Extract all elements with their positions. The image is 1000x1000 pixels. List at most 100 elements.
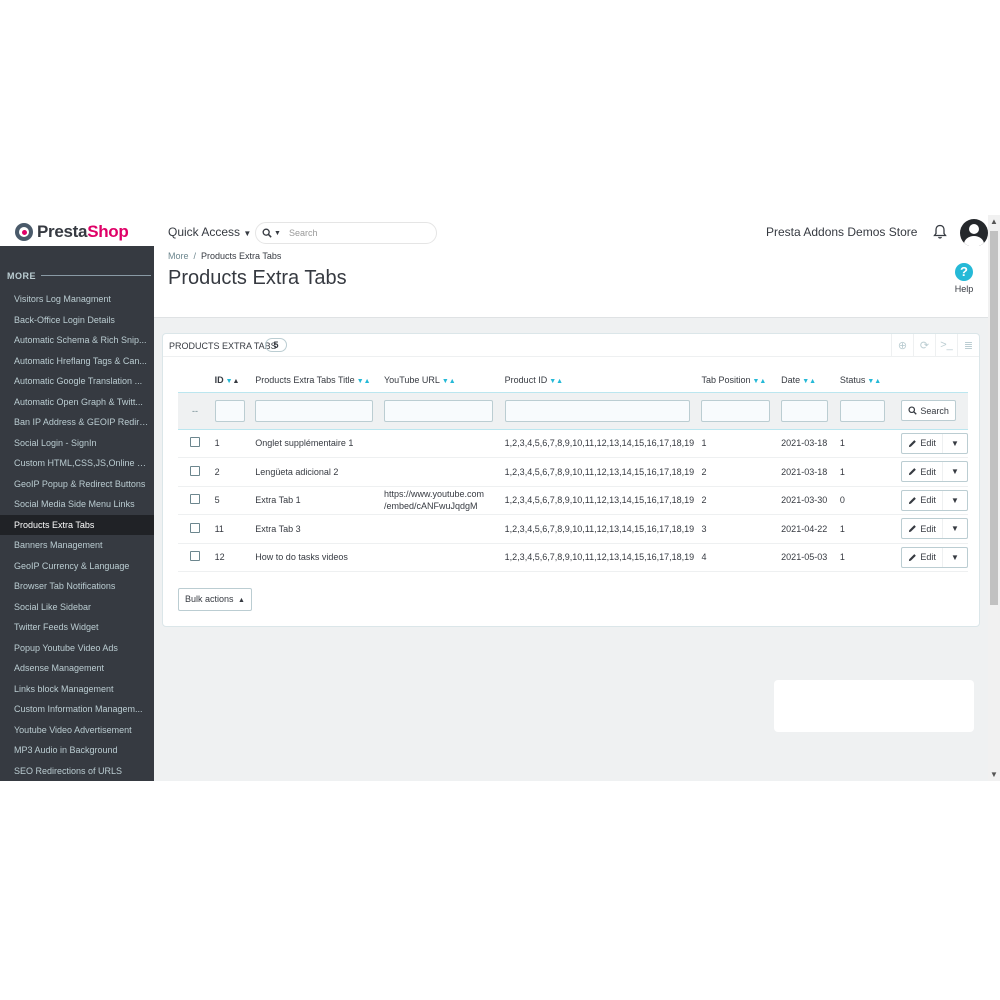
sidebar-item-back-office-login[interactable]: Back-Office Login Details [0,310,154,331]
sidebar-item-hreflang-tags[interactable]: Automatic Hreflang Tags & Can... [0,351,154,372]
scroll-up-arrow-icon[interactable]: ▲ [988,217,1000,226]
sidebar-item-mp3-audio[interactable]: MP3 Audio in Background [0,740,154,761]
sort-arrows-icon[interactable]: ▼▲ [442,378,456,385]
breadcrumb-parent[interactable]: More [168,251,189,261]
sidebar-item-geoip-popup[interactable]: GeoIP Popup & Redirect Buttons [0,474,154,495]
actions-dropdown-toggle[interactable]: ▼ [943,434,967,453]
title-filter-input[interactable] [255,399,374,422]
store-name-link[interactable]: Presta Addons Demos Store [766,225,917,239]
help-button[interactable]: ? Help [950,263,978,294]
edit-button[interactable]: Edit [902,519,943,539]
page-scrollbar[interactable]: ▲ ▼ [988,215,1000,781]
cell-id: 12 [214,543,256,572]
record-count-badge: 5 [265,338,287,352]
edit-button[interactable]: Edit [902,490,943,510]
actions-dropdown-toggle[interactable]: ▼ [943,491,967,510]
row-checkbox[interactable] [190,551,200,562]
column-header-product-id[interactable]: Product ID ▼▲ [505,369,702,392]
actions-dropdown-toggle[interactable]: ▼ [943,548,967,567]
filter-dash: -- [192,405,198,416]
cell-tab-position: 2 [701,486,782,515]
quick-access-menu[interactable]: Quick Access ▼ [168,225,251,239]
sidebar-item-adsense[interactable]: Adsense Management [0,658,154,679]
sidebar-item-geoip-currency[interactable]: GeoIP Currency & Language [0,556,154,577]
column-header-id[interactable]: ID ▼▲ [215,369,256,392]
pencil-icon [909,525,917,533]
search-button[interactable]: Search [901,400,956,421]
sidebar-item-browser-tab-notifications[interactable]: Browser Tab Notifications [0,576,154,597]
sidebar-item-products-extra-tabs[interactable]: Products Extra Tabs [0,514,154,535]
cell-date: 2021-03-18 [781,457,840,487]
cell-title: Lengüeta adicional 2 [255,457,384,487]
row-checkbox[interactable] [190,437,200,448]
user-avatar[interactable] [960,219,988,247]
tab-position-filter-input[interactable] [701,399,771,422]
sidebar-item-social-like[interactable]: Social Like Sidebar [0,597,154,618]
column-header-title[interactable]: Products Extra Tabs Title ▼▲ [255,369,384,392]
cell-tab-position: 2 [701,457,782,487]
sidebar-item-links-block[interactable]: Links block Management [0,679,154,700]
actions-dropdown-toggle[interactable]: ▼ [943,519,967,538]
bulk-actions-button[interactable]: Bulk actions ▲ [178,588,252,611]
cell-date: 2021-05-03 [781,543,840,572]
sidebar-item-popup-youtube[interactable]: Popup Youtube Video Ads [0,638,154,659]
column-header-youtube-url[interactable]: YouTube URL ▼▲ [384,369,505,392]
bell-icon[interactable] [933,224,947,240]
prestashop-logo[interactable]: PrestaShop [15,222,129,242]
sql-query-icon[interactable]: >_ [935,334,957,356]
row-checkbox[interactable] [190,522,200,533]
row-checkbox[interactable] [190,465,200,476]
panel-title: PRODUCTS EXTRA TABS [169,341,277,351]
sidebar-item-google-translation[interactable]: Automatic Google Translation ... [0,371,154,392]
list-panel: PRODUCTS EXTRA TABS 5 ⊕ ⟳ >_ ≣ ID ▼▲ Pro… [162,333,980,627]
cell-title: Extra Tab 3 [255,514,384,544]
sidebar-item-banners[interactable]: Banners Management [0,535,154,556]
sort-arrows-icon[interactable]: ▼▲ [226,378,240,385]
row-actions: Edit ▼ [901,432,968,454]
database-export-icon[interactable]: ≣ [957,334,979,356]
row-checkbox[interactable] [190,494,200,505]
youtube-url-filter-input[interactable] [384,399,493,422]
edit-button[interactable]: Edit [902,547,943,567]
sidebar-item-schema-rich-snippets[interactable]: Automatic Schema & Rich Snip... [0,330,154,351]
sidebar-item-custom-html[interactable]: Custom HTML,CSS,JS,Online Ch... [0,453,154,474]
column-header-tab-position[interactable]: Tab Position ▼▲ [701,369,781,392]
actions-dropdown-toggle[interactable]: ▼ [943,462,967,481]
refresh-icon[interactable]: ⟳ [913,334,935,356]
sidebar-item-ban-ip[interactable]: Ban IP Address & GEOIP Redirect [0,412,154,433]
cell-title: Extra Tab 1 [255,486,384,515]
id-filter-input[interactable] [214,399,245,422]
edit-button[interactable]: Edit [902,433,943,453]
sort-arrows-icon[interactable]: ▼▲ [802,378,816,385]
cell-tab-position: 1 [701,429,782,458]
product-id-filter-input[interactable] [504,399,690,422]
date-filter-input[interactable] [781,399,829,422]
sidebar-item-custom-information[interactable]: Custom Information Managem... [0,699,154,720]
sort-arrows-icon[interactable]: ▼▲ [357,378,371,385]
sort-arrows-icon[interactable]: ▼▲ [753,378,767,385]
scrollbar-thumb[interactable] [990,231,998,605]
cell-status: 1 [839,429,902,458]
sort-arrows-icon[interactable]: ▼▲ [549,378,563,385]
sidebar-item-open-graph[interactable]: Automatic Open Graph & Twitt... [0,392,154,413]
edit-button[interactable]: Edit [902,462,943,482]
sidebar-item-social-side-menu[interactable]: Social Media Side Menu Links [0,494,154,515]
sidebar-item-seo-redirections[interactable]: SEO Redirections of URLS [0,761,154,782]
sidebar-item-visitors-log[interactable]: Visitors Log Managment [0,289,154,310]
cell-status: 1 [839,514,902,544]
sort-arrows-icon[interactable]: ▼▲ [867,378,881,385]
status-filter-input[interactable] [839,399,885,422]
column-header-status[interactable]: Status ▼▲ [840,369,902,392]
search-input[interactable] [288,228,419,238]
cell-youtube-url [384,457,505,487]
search-scope-dropdown[interactable]: ▼ [262,228,281,238]
sidebar-item-social-login[interactable]: Social Login - SignIn [0,433,154,454]
scroll-down-arrow-icon[interactable]: ▼ [988,770,1000,779]
sidebar-divider [41,275,151,276]
column-header-date[interactable]: Date ▼▲ [781,369,840,392]
sidebar-item-youtube-ads[interactable]: Youtube Video Advertisement [0,720,154,741]
app-window: PrestaShop Quick Access ▼ ▼ Presta Addon… [0,215,1000,781]
add-new-icon[interactable]: ⊕ [891,334,913,356]
cell-id: 1 [214,429,256,458]
sidebar-item-twitter-feeds[interactable]: Twitter Feeds Widget [0,617,154,638]
